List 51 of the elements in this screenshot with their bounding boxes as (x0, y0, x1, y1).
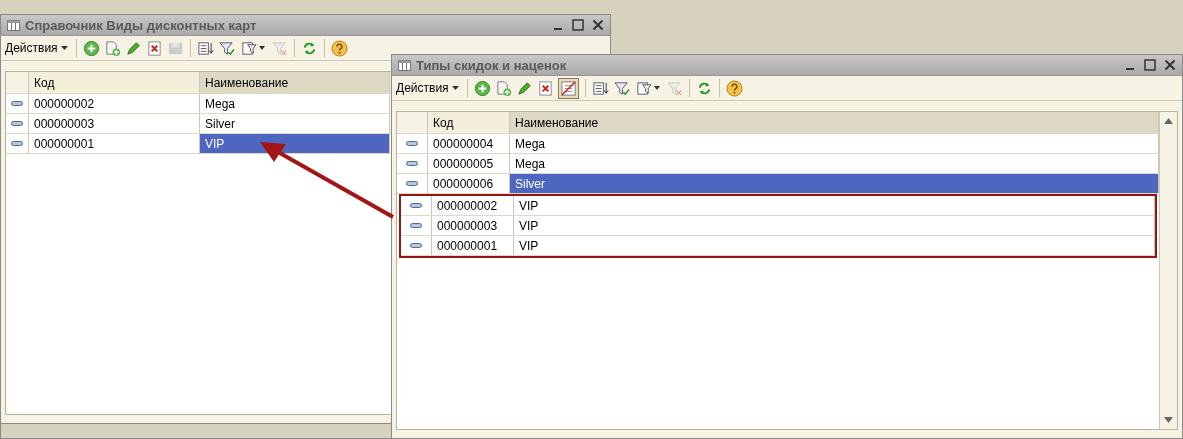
close-icon[interactable] (1164, 59, 1176, 71)
table-cell[interactable]: VIP (514, 196, 1155, 215)
scrollbar[interactable] (1159, 112, 1177, 429)
close-icon[interactable] (592, 19, 604, 31)
item-icon (11, 101, 23, 106)
hierarchy-toggle[interactable] (557, 77, 579, 99)
scroll-down-icon[interactable] (1164, 417, 1173, 423)
maximize-icon[interactable] (572, 19, 584, 31)
table-cell: 000000003 (432, 216, 514, 235)
table-cell: 000000005 (428, 154, 510, 173)
table-icon (7, 19, 20, 31)
help-icon[interactable] (330, 39, 348, 57)
item-icon (11, 121, 23, 126)
window-title: Справочник Виды дисконтных карт (25, 17, 257, 33)
table-icon (398, 59, 411, 71)
add-icon[interactable] (82, 39, 100, 57)
table-cell: 000000004 (428, 134, 510, 153)
item-icon (406, 161, 418, 166)
maximize-icon[interactable] (1144, 59, 1156, 71)
help-icon[interactable] (725, 79, 743, 97)
table-cell[interactable]: VIP (514, 236, 1155, 255)
table-cell: 000000003 (29, 114, 200, 133)
scroll-up-icon[interactable] (1164, 118, 1173, 124)
table-cell[interactable]: Silver (200, 114, 390, 133)
pencil-icon[interactable] (124, 39, 142, 57)
item-icon (406, 141, 418, 146)
caret-icon (451, 86, 459, 90)
item-icon (11, 141, 23, 146)
item-icon (410, 243, 422, 248)
table-cell[interactable]: Mega (200, 94, 390, 113)
table-cell: 000000001 (432, 236, 514, 255)
window-title: Типы скидок и наценок (416, 57, 567, 73)
table-cell[interactable]: Silver (510, 174, 1159, 193)
column-header[interactable]: Наименование (200, 72, 390, 93)
pencil-icon[interactable] (515, 79, 533, 97)
table-cell[interactable]: VIP (200, 134, 390, 153)
actions-menu[interactable]: Действия (3, 41, 70, 55)
item-icon (410, 223, 422, 228)
caret-icon[interactable] (653, 86, 660, 90)
item-icon (410, 203, 422, 208)
table-cell[interactable]: VIP (514, 216, 1155, 235)
table-cell: 000000002 (29, 94, 200, 113)
delete-icon[interactable] (145, 39, 163, 57)
table-cell: 000000002 (432, 196, 514, 215)
add-icon[interactable] (473, 79, 491, 97)
column-header[interactable]: Наименование (510, 112, 1159, 133)
delete-icon[interactable] (536, 79, 554, 97)
caret-icon[interactable] (258, 46, 265, 50)
actions-menu[interactable]: Действия (394, 81, 461, 95)
item-icon (406, 181, 418, 186)
caret-icon (60, 46, 68, 50)
